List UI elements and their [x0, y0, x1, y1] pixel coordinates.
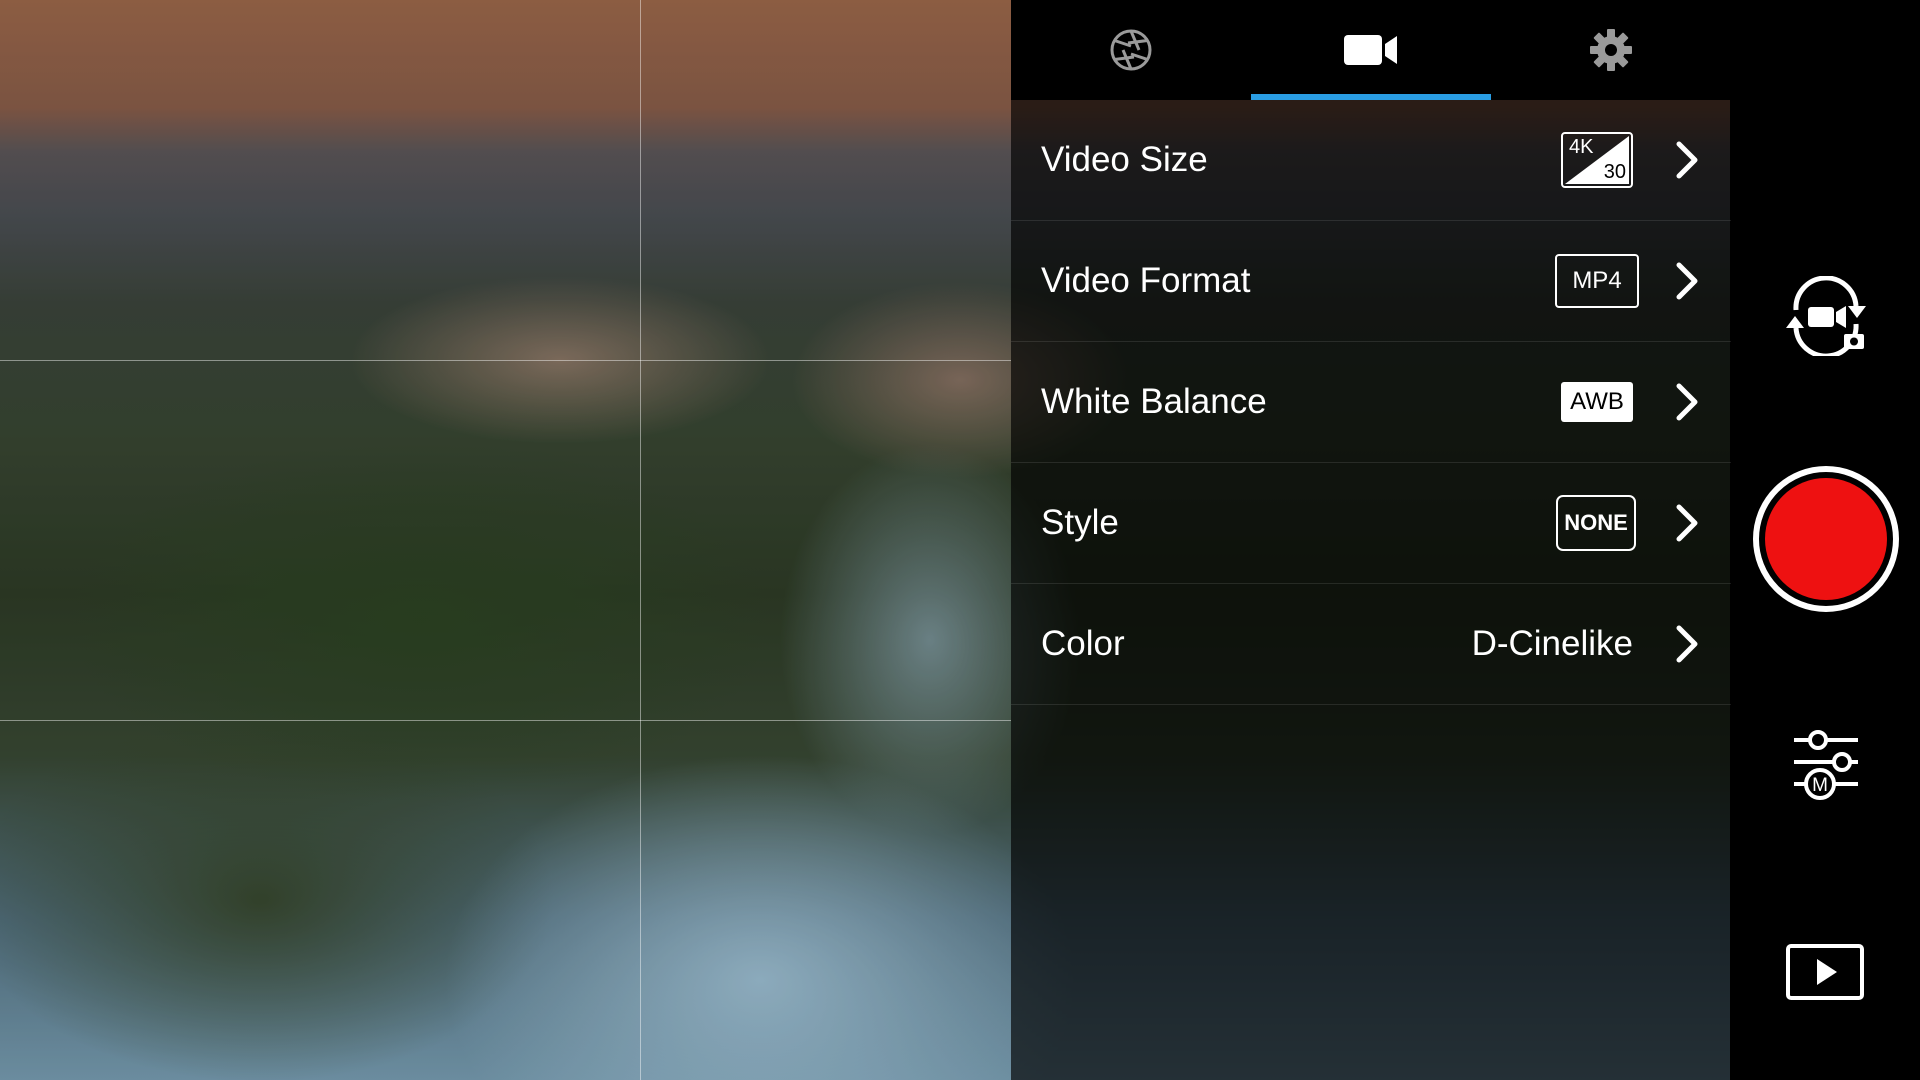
tab-settings[interactable] — [1491, 0, 1731, 100]
framerate-text: 30 — [1603, 161, 1626, 183]
camera-screen: Video Size 4K 30 Video Format MP4 White … — [0, 0, 1920, 1080]
playback-button[interactable] — [1776, 935, 1876, 1009]
gear-icon — [1590, 29, 1632, 71]
video-settings-panel: Video Size 4K 30 Video Format MP4 White … — [1011, 0, 1731, 1080]
color-profile-value: D-Cinelike — [1471, 624, 1633, 663]
resolution-badge: 4K 30 — [1561, 132, 1633, 188]
grid-line-horizontal — [0, 720, 1011, 721]
manual-settings-button[interactable]: M — [1776, 718, 1876, 808]
chevron-right-icon — [1676, 625, 1698, 663]
grid-line-horizontal — [0, 360, 1011, 361]
setting-label: Style — [1041, 503, 1119, 542]
manual-settings-sliders-icon: M — [1794, 730, 1858, 800]
record-ring — [1753, 466, 1899, 612]
setting-label: Color — [1041, 624, 1125, 663]
record-button[interactable] — [1753, 466, 1899, 612]
mode-tab-bar — [1011, 0, 1731, 100]
setting-row-video-size[interactable]: Video Size 4K 30 — [1011, 100, 1731, 221]
style-badge: NONE — [1556, 495, 1636, 551]
chevron-right-icon — [1676, 383, 1698, 421]
setting-row-style[interactable]: Style NONE — [1011, 463, 1731, 584]
camera-control-bar: M — [1731, 0, 1920, 1080]
chevron-right-icon — [1676, 262, 1698, 300]
video-camera-icon — [1344, 35, 1397, 65]
setting-row-video-format[interactable]: Video Format MP4 — [1011, 221, 1731, 342]
chevron-right-icon — [1676, 504, 1698, 542]
aperture-icon — [1110, 29, 1152, 71]
switch-camera-mode-icon — [1786, 276, 1866, 356]
tab-video[interactable] — [1251, 0, 1491, 100]
resolution-text: 4K — [1569, 136, 1594, 158]
switch-camera-mode-button[interactable] — [1776, 276, 1876, 356]
format-badge: MP4 — [1555, 254, 1639, 308]
manual-mode-letter: M — [1812, 775, 1828, 796]
grid-line-vertical — [640, 0, 641, 1080]
setting-label: Video Size — [1041, 140, 1208, 179]
record-dot — [1765, 478, 1887, 600]
white-balance-badge: AWB — [1561, 382, 1633, 422]
setting-row-white-balance[interactable]: White Balance AWB — [1011, 342, 1731, 463]
setting-label: White Balance — [1041, 382, 1267, 421]
setting-label: Video Format — [1041, 261, 1251, 300]
chevron-right-icon — [1676, 141, 1698, 179]
playback-icon — [1786, 944, 1864, 1000]
tab-photo[interactable] — [1011, 0, 1251, 100]
setting-row-color[interactable]: Color D-Cinelike — [1011, 584, 1731, 705]
